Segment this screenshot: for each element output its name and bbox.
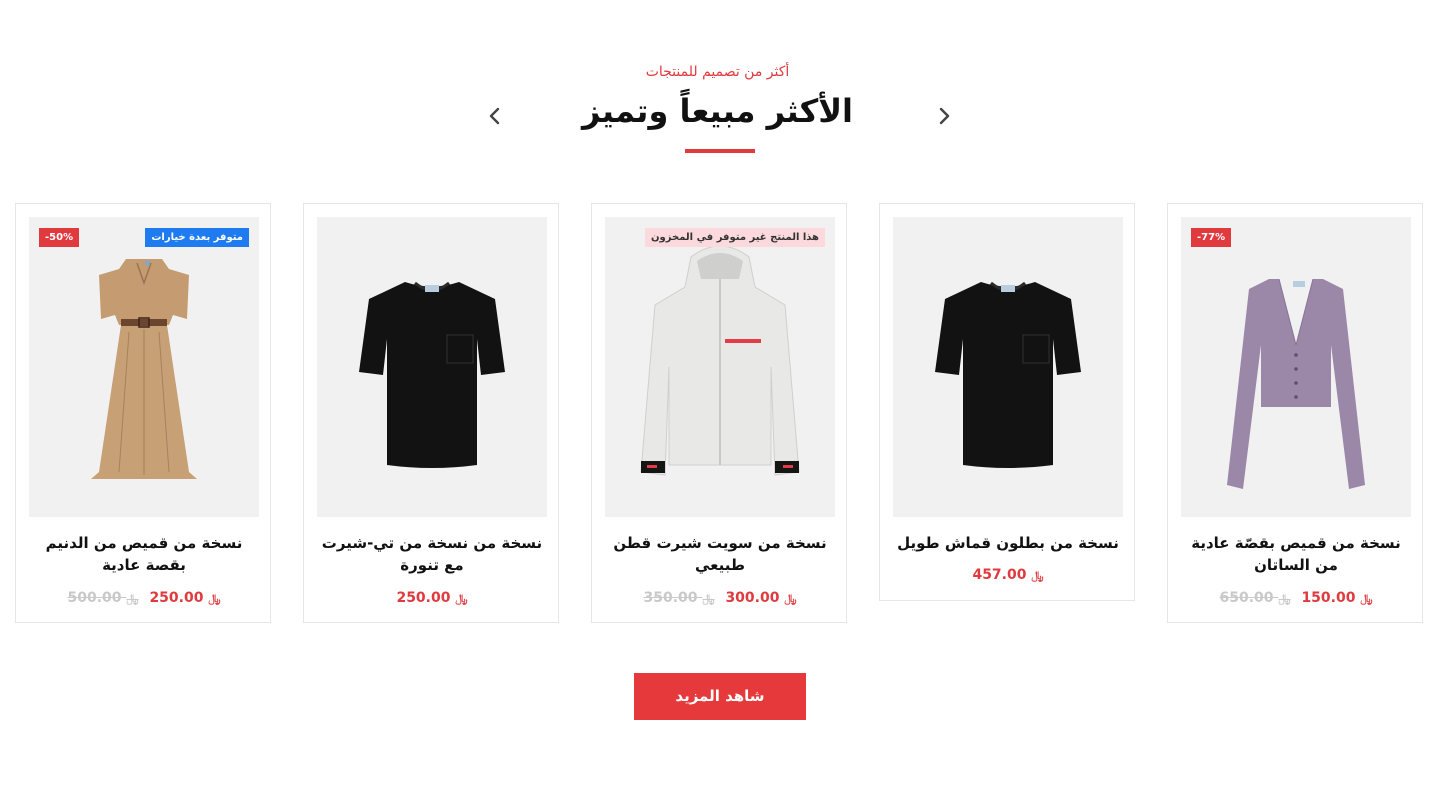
product-card[interactable]: نسخة من بطلون قماش طويل ﷼ 457.00 xyxy=(879,203,1135,601)
product-image[interactable]: هذا المنتج غير متوفر في المخزون xyxy=(605,217,835,517)
old-price: 500.00 xyxy=(67,590,122,606)
discount-badge: -77% xyxy=(1191,228,1232,247)
old-price: 350.00 xyxy=(643,590,698,606)
product-price: ﷼ 457.00 xyxy=(880,567,1136,583)
riyal-icon: ﷼ xyxy=(1360,592,1373,605)
black-tshirt-image xyxy=(935,281,1081,468)
product-price: ﷼ 250.00 xyxy=(304,590,560,606)
product-price: ﷼ 250.00 ﷼ 500.00 xyxy=(16,590,272,606)
beige-dress-image xyxy=(91,259,197,479)
product-card[interactable]: -50% متوفر بعدة خيارات نسخة من قميص من ا… xyxy=(15,203,271,623)
carousel-prev-button[interactable] xyxy=(481,102,509,130)
riyal-icon: ﷼ xyxy=(702,592,715,605)
product-name[interactable]: نسخة من نسخة من تي-شيرت مع تنورة xyxy=(318,532,546,576)
current-price: 250.00 xyxy=(396,590,451,606)
product-card[interactable]: نسخة من نسخة من تي-شيرت مع تنورة ﷼ 250.0… xyxy=(303,203,559,623)
product-image[interactable] xyxy=(317,217,547,517)
riyal-icon: ﷼ xyxy=(1031,569,1044,582)
section-title: الأكثر مبيعاً وتميز xyxy=(582,92,853,130)
black-tshirt-image xyxy=(359,281,505,468)
current-price: 457.00 xyxy=(972,567,1027,583)
current-price: 300.00 xyxy=(725,590,780,606)
out-of-stock-badge: هذا المنتج غير متوفر في المخزون xyxy=(645,228,825,247)
product-name[interactable]: نسخة من قميص من الدنيم بقصة عادية xyxy=(30,532,258,576)
product-price: ﷼ 300.00 ﷼ 350.00 xyxy=(592,590,848,606)
product-card[interactable]: هذا المنتج غير متوفر في المخزون نسخة من … xyxy=(591,203,847,623)
title-underline xyxy=(685,149,755,153)
product-name[interactable]: نسخة من بطلون قماش طويل xyxy=(894,532,1122,554)
product-name[interactable]: نسخة من قميص بقصّة عادية من الساتان xyxy=(1182,532,1410,576)
white-jacket-image xyxy=(640,245,800,476)
chevron-right-icon xyxy=(939,107,950,125)
see-more-button[interactable]: شاهد المزيد xyxy=(634,673,806,720)
riyal-icon: ﷼ xyxy=(1278,592,1291,605)
current-price: 150.00 xyxy=(1301,590,1356,606)
riyal-icon: ﷼ xyxy=(126,592,139,605)
old-price: 650.00 xyxy=(1219,590,1274,606)
product-image[interactable]: -50% متوفر بعدة خيارات xyxy=(29,217,259,517)
current-price: 250.00 xyxy=(149,590,204,606)
chevron-left-icon xyxy=(489,107,500,125)
options-badge: متوفر بعدة خيارات xyxy=(145,228,249,247)
riyal-icon: ﷼ xyxy=(455,592,468,605)
riyal-icon: ﷼ xyxy=(208,592,221,605)
riyal-icon: ﷼ xyxy=(784,592,797,605)
section-subtitle: أكثر من تصميم للمنتجات xyxy=(645,64,790,80)
product-card[interactable]: -77% نسخة من قميص بقصّة عادية من الساتان… xyxy=(1167,203,1423,623)
carousel-next-button[interactable] xyxy=(930,102,958,130)
purple-cardigan-image xyxy=(1227,278,1365,489)
product-image[interactable] xyxy=(893,217,1123,517)
product-image[interactable]: -77% xyxy=(1181,217,1411,517)
discount-badge: -50% xyxy=(39,228,80,247)
product-price: ﷼ 150.00 ﷼ 650.00 xyxy=(1168,590,1424,606)
product-name[interactable]: نسخة من سويت شيرت قطن طبيعي xyxy=(606,532,834,576)
